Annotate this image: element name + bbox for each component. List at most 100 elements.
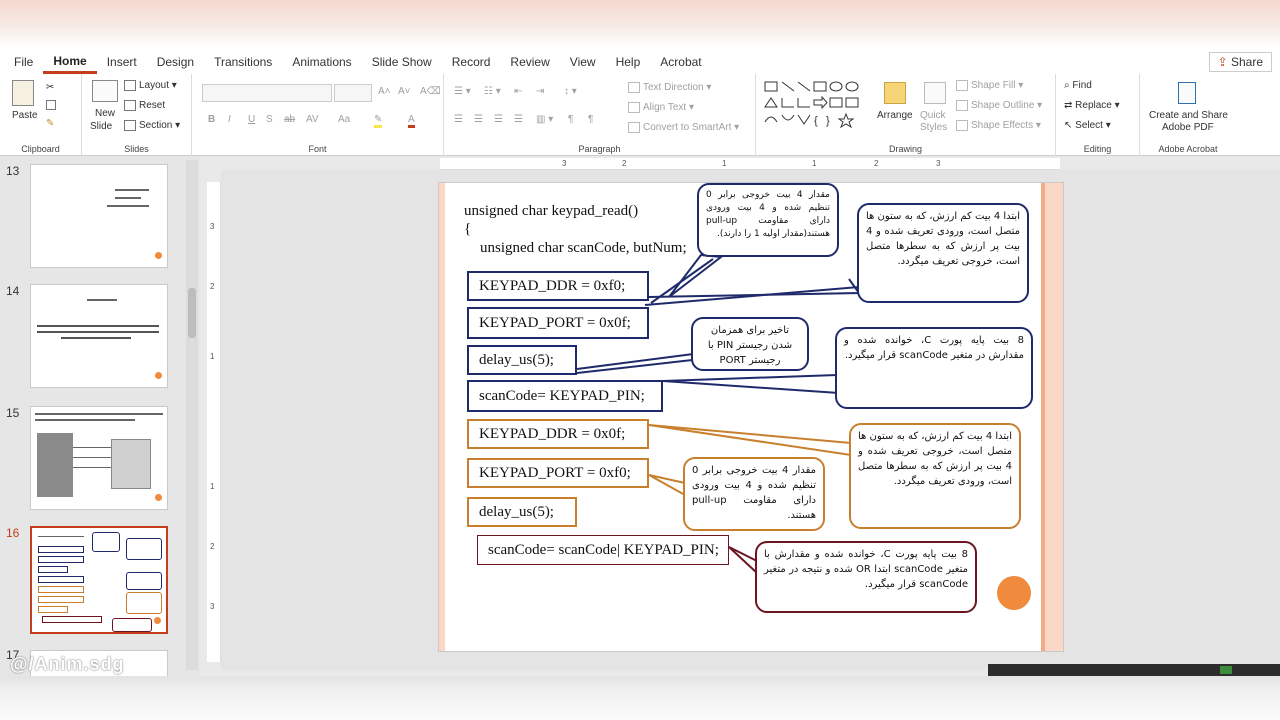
bullets-icon[interactable]: ☰ ▾ — [454, 86, 471, 97]
menu-design[interactable]: Design — [147, 48, 204, 74]
font-name-dropdown[interactable] — [202, 84, 332, 102]
code-box-scancode-or[interactable]: scanCode= scanCode| KEYPAD_PIN; — [477, 535, 729, 565]
svg-text:{: { — [814, 115, 818, 127]
callout-delay-sync[interactable]: تاخیر برای همزمان شدن رجیستر PIN با رجیس… — [691, 317, 809, 371]
quick-styles-icon[interactable] — [924, 82, 946, 104]
slide-thumbnail-14[interactable] — [30, 284, 168, 388]
code-box-delay-1[interactable]: delay_us(5); — [467, 345, 577, 375]
shape-effects-label: Shape Effects — [971, 120, 1034, 132]
menu-animations[interactable]: Animations — [282, 48, 361, 74]
font-color-icon[interactable]: A — [408, 114, 415, 128]
code-box-ddr-0f[interactable]: KEYPAD_DDR = 0x0f; — [467, 419, 649, 449]
menu-transitions[interactable]: Transitions — [204, 48, 282, 74]
shape-fill-button[interactable]: Shape Fill ▾ — [956, 80, 1023, 91]
strikethrough-icon[interactable]: ab — [284, 114, 295, 125]
decrease-font-icon[interactable]: A˅ — [398, 86, 411, 97]
create-pdf-button[interactable]: Create and Share — [1149, 110, 1228, 121]
code-box-port-0f[interactable]: KEYPAD_PORT = 0x0f; — [467, 307, 649, 339]
arrange-icon[interactable] — [884, 82, 906, 104]
highlight-icon[interactable]: ✎ — [374, 114, 383, 128]
find-button[interactable]: ⌕ Find — [1064, 80, 1092, 91]
new-slide-button-line2[interactable]: Slide — [90, 121, 112, 132]
italic-icon[interactable]: I — [228, 114, 231, 125]
slide-thumbnail-13[interactable] — [30, 164, 168, 268]
slide-decoration-circle — [997, 576, 1031, 610]
shape-effects-icon — [956, 120, 968, 131]
scrollbar-thumb[interactable] — [188, 288, 196, 338]
font-size-dropdown[interactable] — [334, 84, 372, 102]
menu-acrobat[interactable]: Acrobat — [650, 48, 711, 74]
spacing-icon[interactable]: AV — [306, 114, 319, 125]
callout-columns-output[interactable]: ابتدا 4 بیت کم ارزش، که به ستون ها متصل … — [849, 423, 1021, 529]
rtl-icon[interactable]: ¶ — [568, 114, 573, 125]
ruler-tick: 1 — [210, 352, 215, 361]
decrease-indent-icon[interactable]: ⇤ — [514, 86, 522, 97]
current-slide[interactable]: unsigned char keypad_read() { unsigned c… — [438, 182, 1064, 652]
share-button[interactable]: ⇪ Share — [1208, 52, 1272, 72]
callout-read-or[interactable]: 8 بیت پایه پورت C، خوانده شده و مقدارش ب… — [755, 541, 977, 613]
copy-icon[interactable] — [46, 100, 59, 111]
increase-font-icon[interactable]: A˄ — [378, 86, 391, 97]
slide-thumbnail-15[interactable] — [30, 406, 168, 510]
menu-slide-show[interactable]: Slide Show — [362, 48, 442, 74]
layout-button[interactable]: Layout ▾ — [124, 80, 177, 91]
underline-icon[interactable]: U — [248, 114, 255, 125]
align-right-icon[interactable]: ☰ — [494, 114, 503, 125]
menu-record[interactable]: Record — [442, 48, 501, 74]
bold-icon[interactable]: B — [208, 114, 215, 125]
line-spacing-icon[interactable]: ↕ ▾ — [564, 86, 577, 97]
clear-format-icon[interactable]: A⌫ — [420, 86, 441, 97]
smartart-button[interactable]: Convert to SmartArt ▾ — [628, 122, 739, 133]
callout-read-port[interactable]: 8 بیت پایه پورت C، خوانده شده و مقدارش د… — [835, 327, 1033, 409]
align-center-icon[interactable]: ☰ — [474, 114, 483, 125]
shape-outline-button[interactable]: Shape Outline ▾ — [956, 100, 1042, 111]
menu-view[interactable]: View — [560, 48, 606, 74]
shadow-icon[interactable]: S — [266, 114, 273, 125]
new-slide-icon[interactable] — [92, 80, 118, 102]
align-left-icon[interactable]: ☰ — [454, 114, 463, 125]
ruler-tick: 1 — [210, 482, 215, 491]
adobe-pdf-icon[interactable] — [1178, 82, 1196, 104]
increase-indent-icon[interactable]: ⇥ — [536, 86, 544, 97]
reset-button[interactable]: Reset — [124, 100, 165, 111]
cut-icon[interactable]: ✂ — [46, 82, 54, 93]
ruler-tick: 3 — [936, 159, 941, 168]
new-slide-button[interactable]: New — [95, 108, 115, 119]
menu-review[interactable]: Review — [500, 48, 559, 74]
thumbnail-scrollbar[interactable] — [186, 160, 198, 670]
paste-button[interactable]: Paste — [12, 110, 38, 121]
justify-icon[interactable]: ☰ — [514, 114, 523, 125]
arrange-button[interactable]: Arrange — [877, 110, 913, 121]
menu-file[interactable]: File — [4, 48, 43, 74]
callout-output-pullup[interactable]: مقدار 4 بیت خروجی برابر 0 تنظیم شده و 4 … — [697, 183, 839, 257]
align-text-button[interactable]: Align Text ▾ — [628, 102, 694, 113]
numbering-icon[interactable]: ☷ ▾ — [484, 86, 501, 97]
menu-home[interactable]: Home — [43, 48, 97, 74]
callout-columns-input[interactable]: ابتدا 4 بیت کم ارزش، که به ستون ها متصل … — [857, 203, 1029, 303]
columns-icon[interactable]: ▥ ▾ — [536, 114, 553, 125]
menu-insert[interactable]: Insert — [97, 48, 147, 74]
create-pdf-button-line2[interactable]: Adobe PDF — [1162, 122, 1214, 133]
ltr-icon[interactable]: ¶ — [588, 114, 593, 125]
code-box-delay-2[interactable]: delay_us(5); — [467, 497, 577, 527]
clipboard-label: Clipboard — [21, 144, 60, 154]
menu-help[interactable]: Help — [606, 48, 651, 74]
shape-effects-button[interactable]: Shape Effects ▾ — [956, 120, 1041, 131]
replace-button[interactable]: ⇄ Replace ▾ — [1064, 100, 1120, 111]
slides-label: Slides — [124, 144, 149, 154]
paste-icon[interactable] — [12, 80, 34, 106]
slide-thumbnail-16[interactable] — [30, 526, 168, 634]
code-box-scancode-read[interactable]: scanCode= KEYPAD_PIN; — [467, 380, 663, 412]
case-icon[interactable]: Aa — [338, 114, 350, 125]
text-direction-button[interactable]: Text Direction ▾ — [628, 82, 711, 93]
section-button[interactable]: Section ▾ — [124, 120, 180, 131]
shapes-gallery[interactable]: {} — [764, 80, 868, 132]
ruler-tick: 1 — [722, 159, 727, 168]
align-text-label: Align Text — [643, 102, 687, 114]
code-box-ddr-f0[interactable]: KEYPAD_DDR = 0xf0; — [467, 271, 649, 301]
callout-output-pullup-2[interactable]: مقدار 4 بیت خروجی برابر 0 تنظیم شده و 4 … — [683, 457, 825, 531]
quick-styles-button[interactable]: Quick Styles — [920, 110, 954, 134]
format-painter-icon[interactable]: ✎ — [46, 118, 54, 129]
select-button[interactable]: ↖ Select ▾ — [1064, 120, 1111, 131]
code-box-port-f0[interactable]: KEYPAD_PORT = 0xf0; — [467, 458, 649, 488]
